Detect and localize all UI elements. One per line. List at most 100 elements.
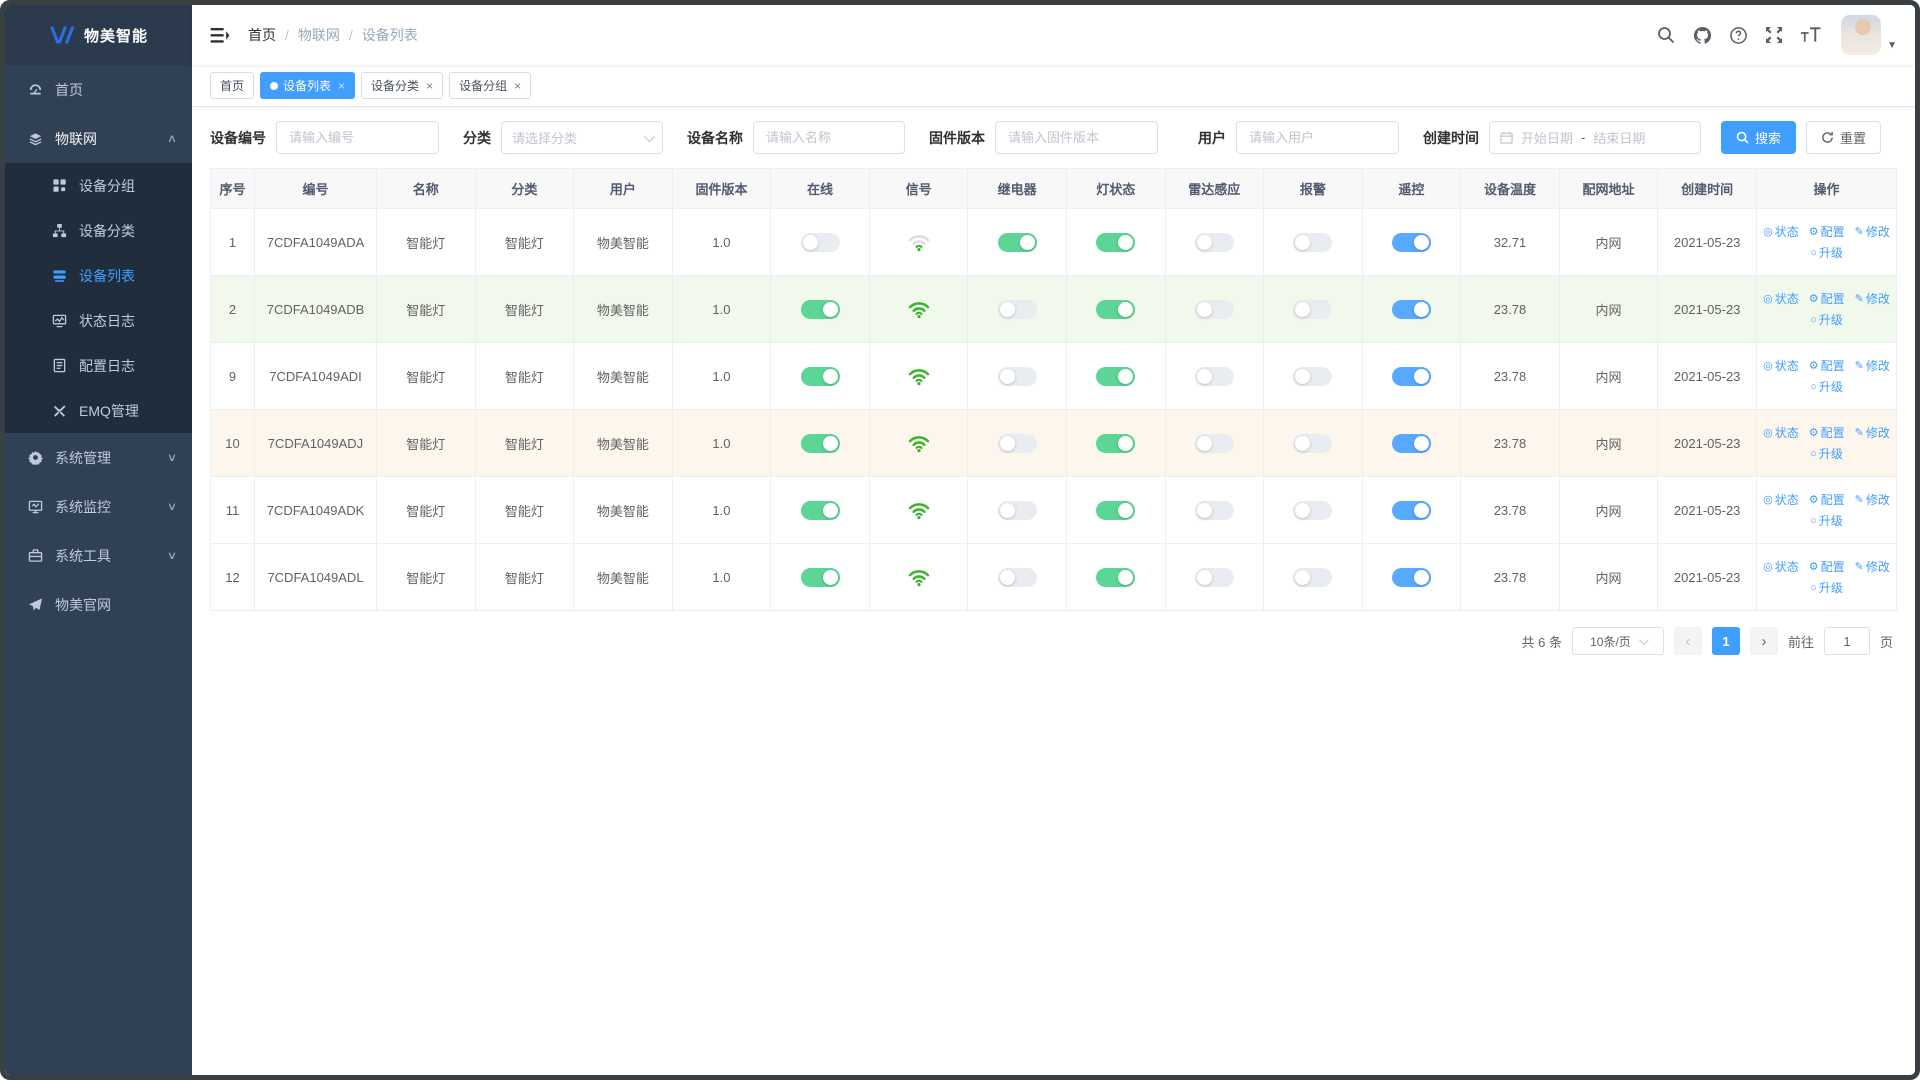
fullscreen-icon[interactable] <box>1763 24 1785 46</box>
action-状态[interactable]: ◎ 状态 <box>1763 223 1799 240</box>
close-icon[interactable]: × <box>514 79 521 93</box>
tab-设备分组[interactable]: 设备分组 × <box>449 72 532 99</box>
remote-switch[interactable] <box>1391 433 1431 453</box>
relay-switch[interactable] <box>997 232 1037 252</box>
online-switch[interactable] <box>800 433 840 453</box>
alarm-switch[interactable] <box>1293 299 1333 319</box>
relay-switch[interactable] <box>997 567 1037 587</box>
action-升级[interactable]: ○ 升级 <box>1810 512 1843 529</box>
online-switch[interactable] <box>800 366 840 386</box>
action-修改[interactable]: ✎ 修改 <box>1855 290 1890 307</box>
action-修改[interactable]: ✎ 修改 <box>1855 491 1890 508</box>
user-avatar[interactable] <box>1841 15 1882 55</box>
radar-switch[interactable] <box>1194 500 1234 520</box>
action-状态[interactable]: ◎ 状态 <box>1763 290 1799 307</box>
light-switch[interactable] <box>1096 500 1136 520</box>
radar-switch[interactable] <box>1194 299 1234 319</box>
action-配置[interactable]: ⚙ 配置 <box>1809 491 1845 508</box>
light-switch[interactable] <box>1096 232 1136 252</box>
remote-switch[interactable] <box>1391 366 1431 386</box>
sidebar-item-device-list[interactable]: 设备列表 <box>5 253 192 298</box>
sidebar-toggle-icon[interactable] <box>210 25 230 45</box>
online-switch[interactable] <box>800 232 840 252</box>
online-switch[interactable] <box>800 299 840 319</box>
radar-switch[interactable] <box>1194 232 1234 252</box>
remote-switch[interactable] <box>1391 567 1431 587</box>
firmware-input[interactable] <box>995 121 1158 154</box>
brand-logo[interactable]: 物美智能 <box>5 5 192 65</box>
action-状态[interactable]: ◎ 状态 <box>1763 491 1799 508</box>
alarm-switch[interactable] <box>1293 433 1333 453</box>
sidebar-item-config-log[interactable]: 配置日志 <box>5 343 192 388</box>
relay-switch[interactable] <box>997 366 1037 386</box>
next-page-button[interactable]: › <box>1749 627 1778 655</box>
relay-switch[interactable] <box>997 500 1037 520</box>
action-配置[interactable]: ⚙ 配置 <box>1809 290 1845 307</box>
action-修改[interactable]: ✎ 修改 <box>1855 223 1890 240</box>
action-状态[interactable]: ◎ 状态 <box>1763 558 1799 575</box>
alarm-switch[interactable] <box>1293 366 1333 386</box>
sidebar-item-system-tools[interactable]: 系统工具 ∨ <box>5 531 192 580</box>
tab-设备列表[interactable]: 设备列表 × <box>260 72 356 99</box>
sidebar-item-device-group[interactable]: 设备分组 <box>5 163 192 208</box>
radar-switch[interactable] <box>1194 567 1234 587</box>
sidebar-item-status-log[interactable]: 状态日志 <box>5 298 192 343</box>
action-升级[interactable]: ○ 升级 <box>1810 311 1843 328</box>
light-switch[interactable] <box>1096 299 1136 319</box>
search-icon[interactable] <box>1655 24 1677 46</box>
light-switch[interactable] <box>1096 366 1136 386</box>
action-升级[interactable]: ○ 升级 <box>1810 579 1843 596</box>
action-升级[interactable]: ○ 升级 <box>1810 378 1843 395</box>
sidebar-item-emq-manage[interactable]: EMQ管理 <box>5 388 192 433</box>
light-switch[interactable] <box>1096 433 1136 453</box>
action-配置[interactable]: ⚙ 配置 <box>1809 357 1845 374</box>
tab-设备分类[interactable]: 设备分类 × <box>361 72 444 99</box>
remote-switch[interactable] <box>1391 299 1431 319</box>
action-修改[interactable]: ✎ 修改 <box>1855 558 1890 575</box>
user-menu[interactable]: ▼ <box>1841 15 1897 55</box>
relay-switch[interactable] <box>997 299 1037 319</box>
page-size-select[interactable]: 10条/页 <box>1571 627 1664 655</box>
prev-page-button[interactable]: ‹ <box>1673 627 1702 655</box>
action-修改[interactable]: ✎ 修改 <box>1855 424 1890 441</box>
action-修改[interactable]: ✎ 修改 <box>1855 357 1890 374</box>
close-icon[interactable]: × <box>338 79 345 93</box>
action-状态[interactable]: ◎ 状态 <box>1763 424 1799 441</box>
online-switch[interactable] <box>800 567 840 587</box>
goto-page-input[interactable] <box>1823 627 1870 655</box>
action-状态[interactable]: ◎ 状态 <box>1763 357 1799 374</box>
sidebar-item-device-category[interactable]: 设备分类 <box>5 208 192 253</box>
action-升级[interactable]: ○ 升级 <box>1810 244 1843 261</box>
sidebar-item-iot[interactable]: 物联网 ∧ <box>5 114 192 163</box>
sidebar-item-home[interactable]: 首页 <box>5 65 192 114</box>
font-size-icon[interactable] <box>1799 24 1821 46</box>
alarm-switch[interactable] <box>1293 500 1333 520</box>
category-select[interactable]: 请选择分类 <box>501 121 663 154</box>
device-name-input[interactable] <box>753 121 905 154</box>
github-icon[interactable] <box>1691 24 1713 46</box>
user-input[interactable] <box>1236 121 1399 154</box>
light-switch[interactable] <box>1096 567 1136 587</box>
online-switch[interactable] <box>800 500 840 520</box>
alarm-switch[interactable] <box>1293 567 1333 587</box>
reset-button[interactable]: 重置 <box>1806 121 1882 154</box>
sidebar-item-system-manage[interactable]: 系统管理 ∨ <box>5 433 192 482</box>
action-配置[interactable]: ⚙ 配置 <box>1809 424 1845 441</box>
action-配置[interactable]: ⚙ 配置 <box>1809 558 1845 575</box>
tab-首页[interactable]: 首页 <box>210 72 255 99</box>
action-升级[interactable]: ○ 升级 <box>1810 445 1843 462</box>
close-icon[interactable]: × <box>426 79 433 93</box>
device-code-input[interactable] <box>276 121 439 154</box>
date-range-picker[interactable]: 开始日期 - 结束日期 <box>1489 121 1701 154</box>
radar-switch[interactable] <box>1194 433 1234 453</box>
sidebar-item-system-monitor[interactable]: 系统监控 ∨ <box>5 482 192 531</box>
breadcrumb-home[interactable]: 首页 <box>248 25 276 45</box>
search-button[interactable]: 搜索 <box>1721 121 1797 154</box>
sidebar-item-official-site[interactable]: 物美官网 <box>5 580 192 629</box>
alarm-switch[interactable] <box>1293 232 1333 252</box>
remote-switch[interactable] <box>1391 232 1431 252</box>
radar-switch[interactable] <box>1194 366 1234 386</box>
help-icon[interactable] <box>1727 24 1749 46</box>
page-number-1[interactable]: 1 <box>1711 627 1740 655</box>
relay-switch[interactable] <box>997 433 1037 453</box>
